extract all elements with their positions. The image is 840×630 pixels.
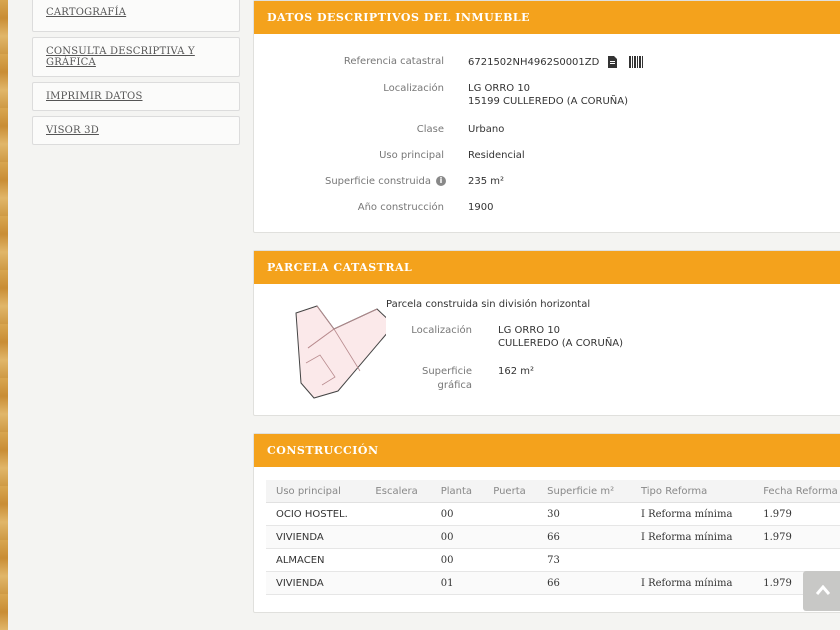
value-clase: Urbano bbox=[468, 124, 505, 135]
value-localizacion: LG ORRO 10 15199 CULLEREDO (A CORUÑA) bbox=[468, 83, 628, 107]
construccion-table: Uso principal Escalera Planta Puerta Sup… bbox=[266, 480, 840, 595]
col-puerta: Puerta bbox=[483, 480, 538, 503]
table-row: VIVIENDA 00 66 I Reforma mínima 1.979 bbox=[266, 525, 840, 549]
table-row: OCIO HOSTEL. 00 30 I Reforma mínima 1.97… bbox=[266, 502, 840, 526]
parcel-map[interactable] bbox=[290, 303, 386, 399]
cell bbox=[753, 548, 840, 572]
cell: VIVIENDA bbox=[266, 571, 366, 595]
cell: ALMACEN bbox=[266, 548, 366, 572]
cell bbox=[365, 548, 431, 572]
cell: 66 bbox=[537, 571, 631, 595]
cell bbox=[365, 525, 431, 549]
value-anio: 1900 bbox=[468, 202, 494, 213]
col-planta: Planta bbox=[430, 480, 484, 503]
label-clase: Clase bbox=[416, 124, 444, 135]
parcela-loc-label: Localización bbox=[411, 325, 472, 336]
localizacion-line1: LG ORRO 10 bbox=[468, 83, 531, 94]
sidebar-item-cartografia[interactable]: CARTOGRAFÍA bbox=[32, 0, 240, 32]
cell: OCIO HOSTEL. bbox=[266, 502, 366, 526]
panel-title: PARCELA CATASTRAL bbox=[254, 251, 840, 284]
referencia-text: 6721502NH4962S0001ZD bbox=[468, 57, 600, 68]
document-icon[interactable] bbox=[607, 56, 618, 68]
table-row: ALMACEN 00 73 bbox=[266, 548, 840, 572]
cell: VIVIENDA bbox=[266, 525, 366, 549]
table-header-row: Uso principal Escalera Planta Puerta Sup… bbox=[266, 480, 840, 503]
scroll-top-button[interactable] bbox=[803, 571, 840, 611]
panel-datos-descriptivos: DATOS DESCRIPTIVOS DEL INMUEBLE Referenc… bbox=[253, 0, 840, 233]
sup-label-line1: Superficie bbox=[421, 366, 472, 377]
cell: 66 bbox=[537, 525, 631, 549]
col-escalera: Escalera bbox=[365, 480, 431, 503]
value-superficie: 235 m² bbox=[468, 176, 505, 187]
parcela-sup-value: 162 m² bbox=[498, 366, 535, 377]
localizacion-line2: 15199 CULLEREDO (A CORUÑA) bbox=[468, 96, 629, 107]
info-icon[interactable]: i bbox=[436, 176, 446, 186]
cell: 01 bbox=[430, 571, 484, 595]
col-superficie: Superficie m² bbox=[537, 480, 631, 503]
cell bbox=[483, 548, 538, 572]
cell: 1.979 bbox=[753, 525, 840, 549]
cell: 73 bbox=[537, 548, 631, 572]
col-tipo-reforma: Tipo Reforma bbox=[630, 480, 754, 503]
sidebar: CARTOGRAFÍA CONSULTA DESCRIPTIVA Y GRÁFI… bbox=[32, 0, 240, 150]
parcela-subtitle: Parcela construida sin división horizont… bbox=[386, 299, 591, 310]
cell: 00 bbox=[430, 525, 484, 549]
sidebar-item-visor-3d[interactable]: VISOR 3D bbox=[32, 116, 240, 145]
cell bbox=[365, 502, 431, 526]
cell: 30 bbox=[537, 502, 631, 526]
label-uso: Uso principal bbox=[379, 150, 444, 161]
parcela-loc-value: LG ORRO 10 CULLEREDO (A CORUÑA) bbox=[498, 325, 623, 349]
panel-title: CONSTRUCCIÓN bbox=[254, 434, 840, 467]
value-uso: Residencial bbox=[468, 150, 525, 161]
decorative-left-edge bbox=[0, 0, 8, 630]
cell: 1.979 bbox=[753, 502, 840, 526]
parcela-loc-line2: CULLEREDO (A CORUÑA) bbox=[498, 338, 624, 349]
chevron-up-icon bbox=[816, 585, 830, 595]
cell: I Reforma mínima bbox=[630, 571, 754, 595]
col-fecha-reforma: Fecha Reforma bbox=[753, 480, 840, 503]
label-referencia: Referencia catastral bbox=[343, 56, 444, 67]
cell: I Reforma mínima bbox=[630, 525, 754, 549]
sidebar-item-imprimir[interactable]: IMPRIMIR DATOS bbox=[32, 82, 240, 111]
label-localizacion: Localización bbox=[383, 83, 444, 94]
cell bbox=[483, 571, 538, 595]
sidebar-item-label: CONSULTA DESCRIPTIVA Y GRÁFICA bbox=[46, 46, 195, 68]
parcela-loc-line1: LG ORRO 10 bbox=[498, 325, 561, 336]
cell: I Reforma mínima bbox=[630, 502, 754, 526]
sidebar-item-consulta[interactable]: CONSULTA DESCRIPTIVA Y GRÁFICA bbox=[32, 37, 240, 77]
parcela-sup-label: Superficie gráfica bbox=[388, 366, 472, 391]
panel-parcela: PARCELA CATASTRAL Parcela construida sin… bbox=[253, 250, 840, 416]
panel-title: DATOS DESCRIPTIVOS DEL INMUEBLE bbox=[254, 1, 840, 34]
label-anio: Año construcción bbox=[357, 202, 444, 213]
col-uso: Uso principal bbox=[266, 480, 366, 503]
cell bbox=[483, 502, 538, 526]
sup-label-line2: gráfica bbox=[437, 380, 472, 391]
panel-construccion: CONSTRUCCIÓN Uso principal Escalera Plan… bbox=[253, 433, 840, 613]
cell bbox=[483, 525, 538, 549]
label-superficie: Superficie construida bbox=[325, 176, 431, 187]
table-row: VIVIENDA 01 66 I Reforma mínima 1.979 bbox=[266, 571, 840, 595]
value-referencia: 6721502NH4962S0001ZD bbox=[468, 56, 643, 68]
cell: 00 bbox=[430, 548, 484, 572]
cell bbox=[365, 571, 431, 595]
cell bbox=[630, 548, 754, 572]
barcode-icon[interactable] bbox=[628, 56, 643, 68]
cell: 00 bbox=[430, 502, 484, 526]
